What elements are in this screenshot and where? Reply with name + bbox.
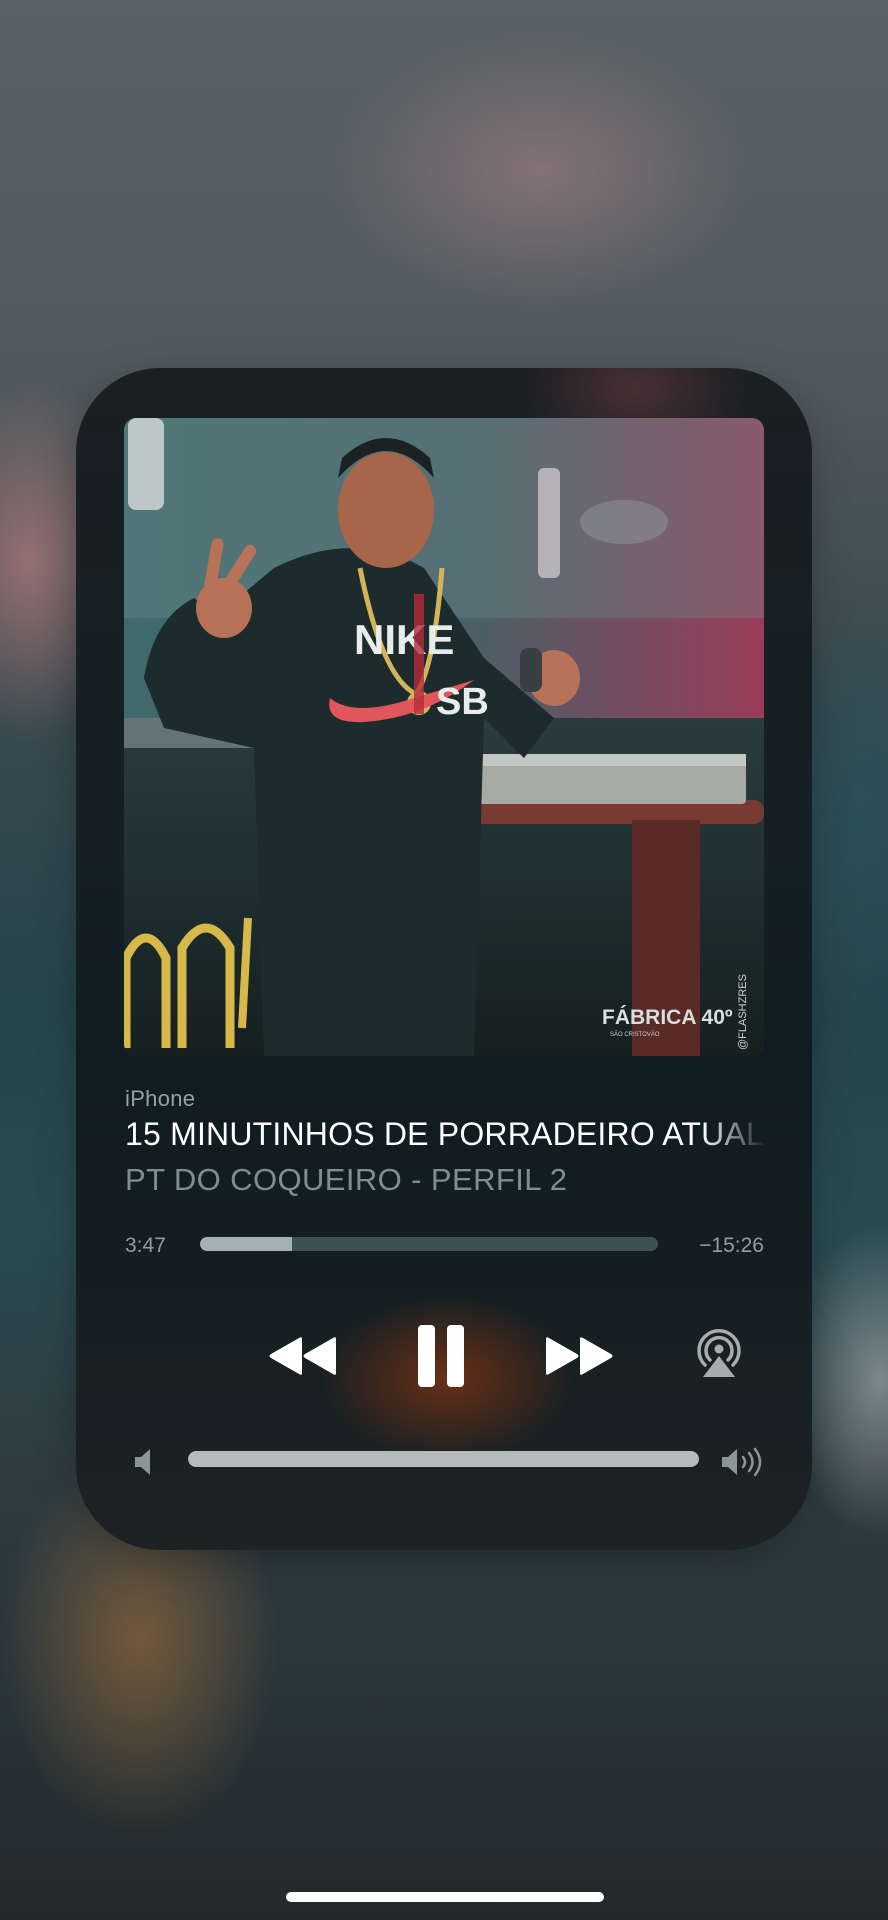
airplay-icon <box>697 1328 741 1377</box>
remaining-time: −15:26 <box>699 1234 764 1257</box>
shirt-text-bottom: SB <box>436 681 489 723</box>
speaker-low-icon <box>132 1446 158 1478</box>
shirt-text-top: NIKE <box>354 616 454 663</box>
backward-icon <box>269 1337 336 1375</box>
rewind-button[interactable] <box>264 1326 342 1386</box>
artwork-logo-text: FÁBRICA 40º <box>602 1006 733 1029</box>
pause-button[interactable] <box>406 1316 476 1396</box>
progress-scrubber[interactable] <box>200 1237 658 1251</box>
track-artist: PT DO COQUEIRO - PERFIL 2 <box>125 1162 568 1197</box>
album-artwork-image: NIKE SB FÁBRICA 40º SÃO CRISTOVÃO @FLASH… <box>124 418 764 1056</box>
artwork-credit-text: @FLASHZRES <box>737 974 749 1050</box>
volume-slider[interactable] <box>188 1451 699 1467</box>
home-indicator[interactable] <box>286 1892 604 1902</box>
airplay-button[interactable] <box>688 1320 750 1386</box>
pause-icon <box>418 1325 464 1387</box>
playback-source: iPhone <box>125 1086 196 1111</box>
forward-button[interactable] <box>540 1326 618 1386</box>
track-title: 15 MINUTINHOS DE PORRADEIRO ATUALIZADO <box>125 1116 766 1152</box>
artwork-logo-subtext: SÃO CRISTOVÃO <box>610 1031 660 1038</box>
forward-icon <box>546 1337 613 1375</box>
album-artwork[interactable]: NIKE SB FÁBRICA 40º SÃO CRISTOVÃO @FLASH… <box>124 418 764 1056</box>
volume-fill <box>188 1451 699 1467</box>
progress-fill <box>200 1237 292 1251</box>
speaker-high-icon <box>720 1446 766 1478</box>
now-playing-card: NIKE SB FÁBRICA 40º SÃO CRISTOVÃO @FLASH… <box>76 368 812 1550</box>
elapsed-time: 3:47 <box>125 1234 166 1257</box>
